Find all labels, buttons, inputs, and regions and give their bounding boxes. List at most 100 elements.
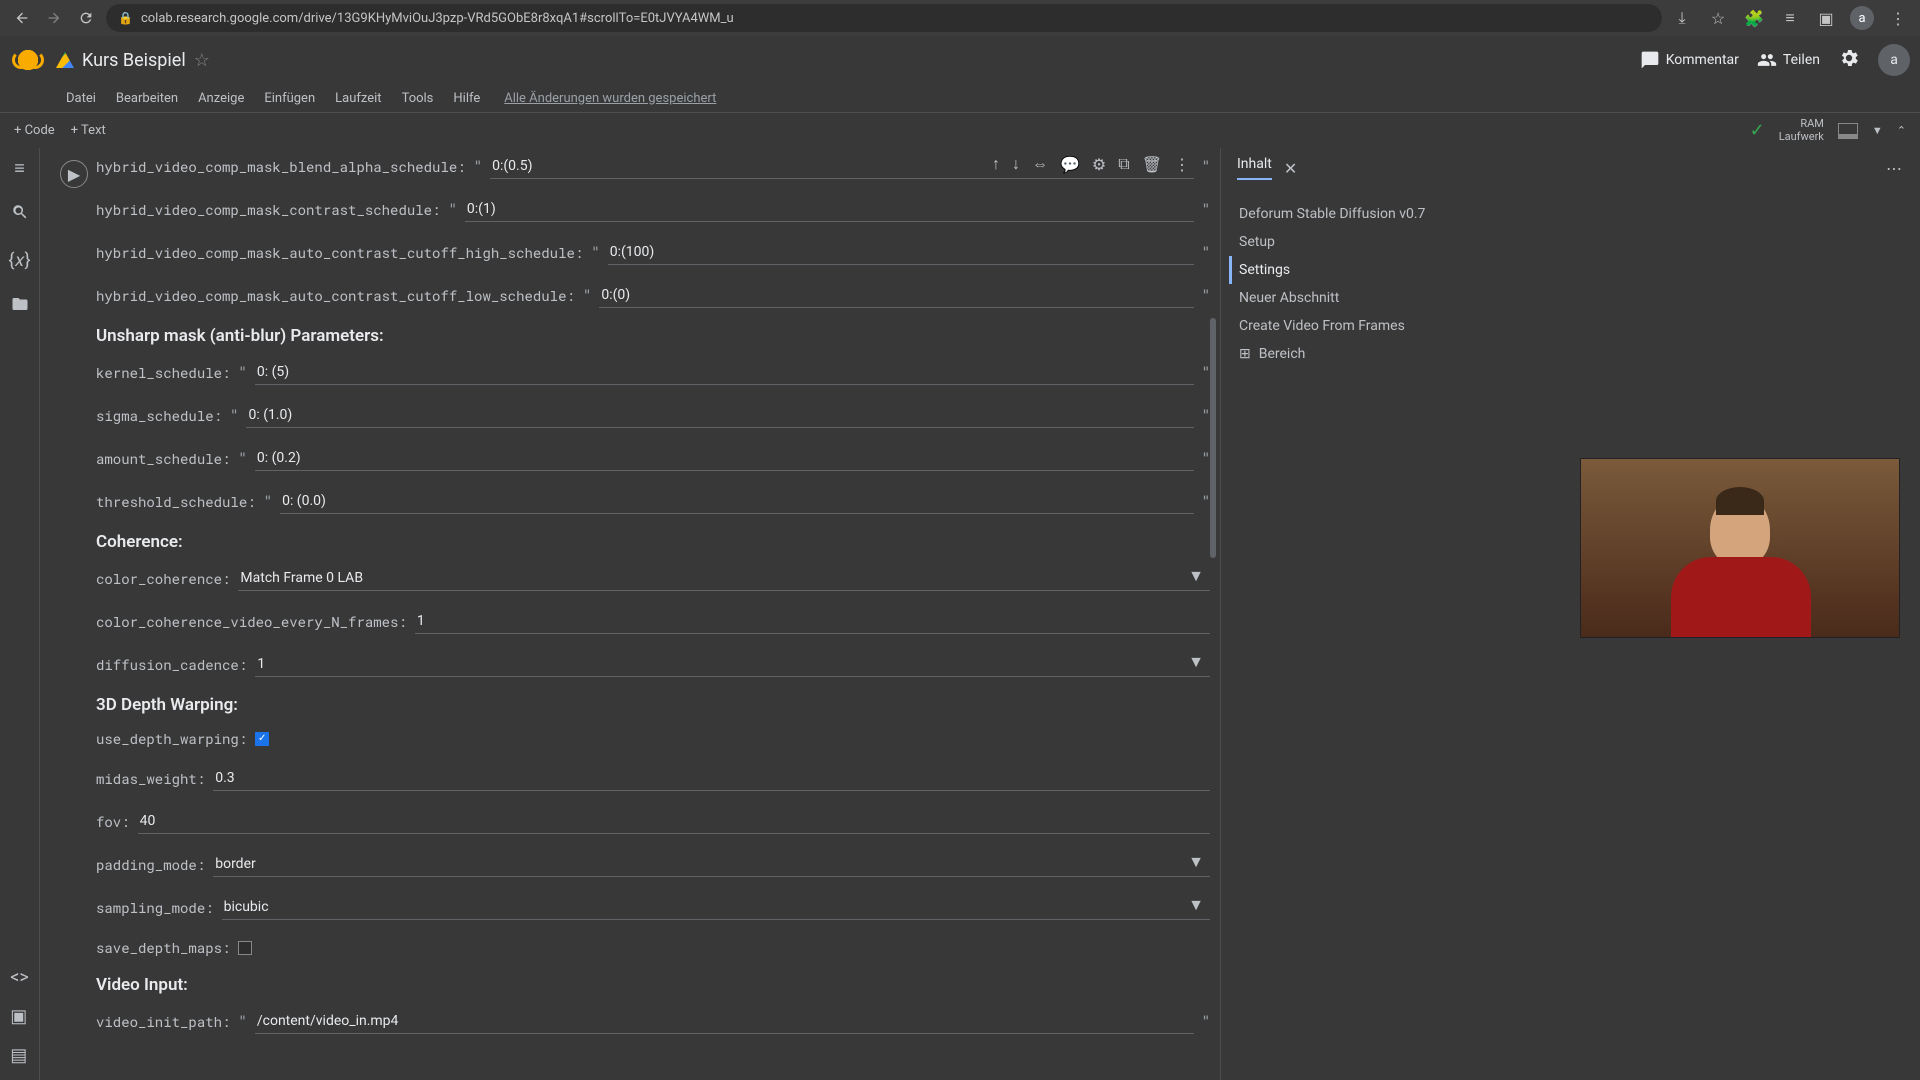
menu-tools[interactable]: Tools — [394, 89, 442, 108]
label-kernel: kernel_schedule: — [96, 363, 230, 382]
panel-tab-inhalt[interactable]: Inhalt — [1237, 156, 1272, 180]
input-kernel[interactable] — [255, 360, 1194, 385]
input-threshold[interactable] — [280, 489, 1193, 514]
gear-icon[interactable] — [1838, 47, 1860, 74]
right-panel: Inhalt ✕ ⋯ Deforum Stable Diffusion v0.7… — [1220, 148, 1920, 1080]
label-fov: fov: — [96, 812, 130, 831]
delete-cell-icon[interactable]: 🗑 — [1142, 155, 1162, 174]
input-color-n-frames[interactable] — [415, 609, 1210, 634]
url-bar[interactable]: 🔒 colab.research.google.com/drive/13G9KH… — [106, 4, 1662, 32]
input-cutoff-high[interactable] — [608, 240, 1194, 265]
star-icon[interactable]: ☆ — [194, 50, 210, 71]
section-unsharp: Unsharp mask (anti-blur) Parameters: — [96, 326, 1210, 346]
list-icon[interactable]: ≡ — [1778, 6, 1802, 30]
toc-item-create-video[interactable]: Create Video From Frames — [1229, 312, 1912, 340]
section-video: Video Input: — [96, 975, 1210, 995]
label-cutoff-low: hybrid_video_comp_mask_auto_contrast_cut… — [96, 286, 575, 305]
cell-settings-icon[interactable]: ⚙ — [1092, 155, 1106, 174]
input-video-path[interactable] — [255, 1009, 1194, 1034]
toc-icon[interactable]: ≡ — [14, 158, 25, 179]
section-coherence: Coherence: — [96, 532, 1210, 552]
search-icon[interactable] — [11, 203, 29, 226]
toc-item-neuer[interactable]: Neuer Abschnitt — [1229, 284, 1912, 312]
runtime-dropdown-icon[interactable]: ▼ — [1872, 124, 1883, 137]
forward-button[interactable] — [42, 6, 66, 30]
toc-item-setup[interactable]: Setup — [1229, 228, 1912, 256]
menu-anzeige[interactable]: Anzeige — [190, 89, 252, 108]
input-amount[interactable] — [255, 446, 1194, 471]
panel-icon[interactable]: ▣ — [1814, 6, 1838, 30]
input-fov[interactable] — [138, 809, 1210, 834]
close-panel-icon[interactable]: ✕ — [1284, 159, 1297, 178]
label-padding: padding_mode: — [96, 855, 205, 874]
comment-cell-icon[interactable]: 💬 — [1060, 155, 1080, 174]
connected-check-icon: ✓ — [1750, 120, 1765, 141]
menu-datei[interactable]: Datei — [58, 89, 104, 108]
label-contrast: hybrid_video_comp_mask_contrast_schedule… — [96, 200, 440, 219]
colab-logo-icon[interactable] — [10, 42, 46, 78]
back-button[interactable] — [10, 6, 34, 30]
menu-einfugen[interactable]: Einfügen — [256, 89, 323, 108]
extensions-icon[interactable]: 🧩 — [1742, 6, 1766, 30]
label-color-n-frames: color_coherence_video_every_N_frames: — [96, 612, 407, 631]
save-status[interactable]: Alle Änderungen wurden gespeichert — [504, 91, 716, 106]
toc-item-settings[interactable]: Settings — [1229, 256, 1912, 284]
cell-toolbar: ↑ ↓ ⇔ 💬 ⚙ ⧉ 🗑 ⋮ — [992, 154, 1190, 174]
drive-icon — [56, 52, 74, 68]
checkbox-use-depth[interactable]: ✓ — [255, 732, 269, 746]
ram-bar-icon — [1838, 123, 1858, 139]
section-depth: 3D Depth Warping: — [96, 695, 1210, 715]
select-color-coherence[interactable]: Match Frame 0 LAB — [238, 566, 1210, 590]
link-icon[interactable]: ⇔ — [1032, 154, 1048, 174]
share-button[interactable]: Teilen — [1757, 50, 1820, 70]
label-use-depth: use_depth_warping: — [96, 729, 247, 748]
label-amount: amount_schedule: — [96, 449, 230, 468]
add-code-button[interactable]: + Code — [14, 123, 55, 138]
scrollbar[interactable] — [1210, 318, 1216, 558]
toc-add-section[interactable]: ⊞ Bereich — [1229, 340, 1912, 368]
label-midas: midas_weight: — [96, 769, 205, 788]
select-padding[interactable]: border — [213, 852, 1210, 876]
input-sigma[interactable] — [246, 403, 1193, 428]
install-icon[interactable]: ⤓ — [1670, 6, 1694, 30]
panel-more-icon[interactable]: ⋯ — [1886, 159, 1904, 178]
move-up-icon[interactable]: ↑ — [992, 154, 1000, 174]
notebook-toolbar: + Code + Text ✓ RAM Laufwerk ▼ ⌃ — [0, 112, 1920, 148]
select-sampling[interactable]: bicubic — [222, 895, 1210, 919]
collapse-icon[interactable]: ⌃ — [1897, 124, 1906, 137]
input-contrast[interactable] — [465, 197, 1194, 222]
star-bookmark-icon[interactable]: ☆ — [1706, 6, 1730, 30]
select-diffusion-cadence[interactable]: 1 — [255, 652, 1210, 676]
notebook-title[interactable]: Kurs Beispiel — [82, 50, 186, 71]
label-blend-alpha: hybrid_video_comp_mask_blend_alpha_sched… — [96, 157, 466, 176]
variables-icon[interactable]: {𝑥} — [8, 250, 30, 271]
menu-hilfe[interactable]: Hilfe — [445, 89, 488, 108]
cell-more-icon[interactable]: ⋮ — [1174, 155, 1190, 174]
command-palette-icon[interactable]: ▤ — [10, 1045, 29, 1066]
terminal-icon[interactable]: ▣ — [10, 1006, 29, 1027]
browser-avatar[interactable]: a — [1850, 6, 1874, 30]
files-icon[interactable] — [11, 295, 29, 318]
label-color-coherence: color_coherence: — [96, 569, 230, 588]
browser-menu-icon[interactable]: ⋮ — [1886, 6, 1910, 30]
label-video-path: video_init_path: — [96, 1012, 230, 1031]
user-avatar[interactable]: a — [1878, 44, 1910, 76]
menu-bearbeiten[interactable]: Bearbeiten — [108, 89, 186, 108]
code-snippets-icon[interactable]: <> — [10, 967, 29, 988]
toc-item-deforum[interactable]: Deforum Stable Diffusion v0.7 — [1229, 200, 1912, 228]
add-text-button[interactable]: + Text — [71, 123, 106, 138]
comment-button[interactable]: Kommentar — [1640, 50, 1739, 70]
label-cutoff-high: hybrid_video_comp_mask_auto_contrast_cut… — [96, 243, 583, 262]
reload-button[interactable] — [74, 6, 98, 30]
checkbox-save-depth[interactable] — [238, 941, 252, 955]
menu-laufzeit[interactable]: Laufzeit — [327, 89, 389, 108]
move-down-icon[interactable]: ↓ — [1012, 154, 1020, 174]
notebook-content[interactable]: ↑ ↓ ⇔ 💬 ⚙ ⧉ 🗑 ⋮ ▶ hybrid_video_comp_mask… — [40, 148, 1220, 1080]
ram-indicator[interactable]: RAM Laufwerk — [1779, 118, 1824, 142]
run-cell-button[interactable]: ▶ — [60, 160, 88, 188]
input-cutoff-low[interactable] — [599, 283, 1193, 308]
plus-icon: ⊞ — [1239, 346, 1251, 362]
label-save-depth: save_depth_maps: — [96, 938, 230, 957]
input-midas[interactable] — [213, 766, 1210, 791]
mirror-icon[interactable]: ⧉ — [1118, 154, 1129, 174]
